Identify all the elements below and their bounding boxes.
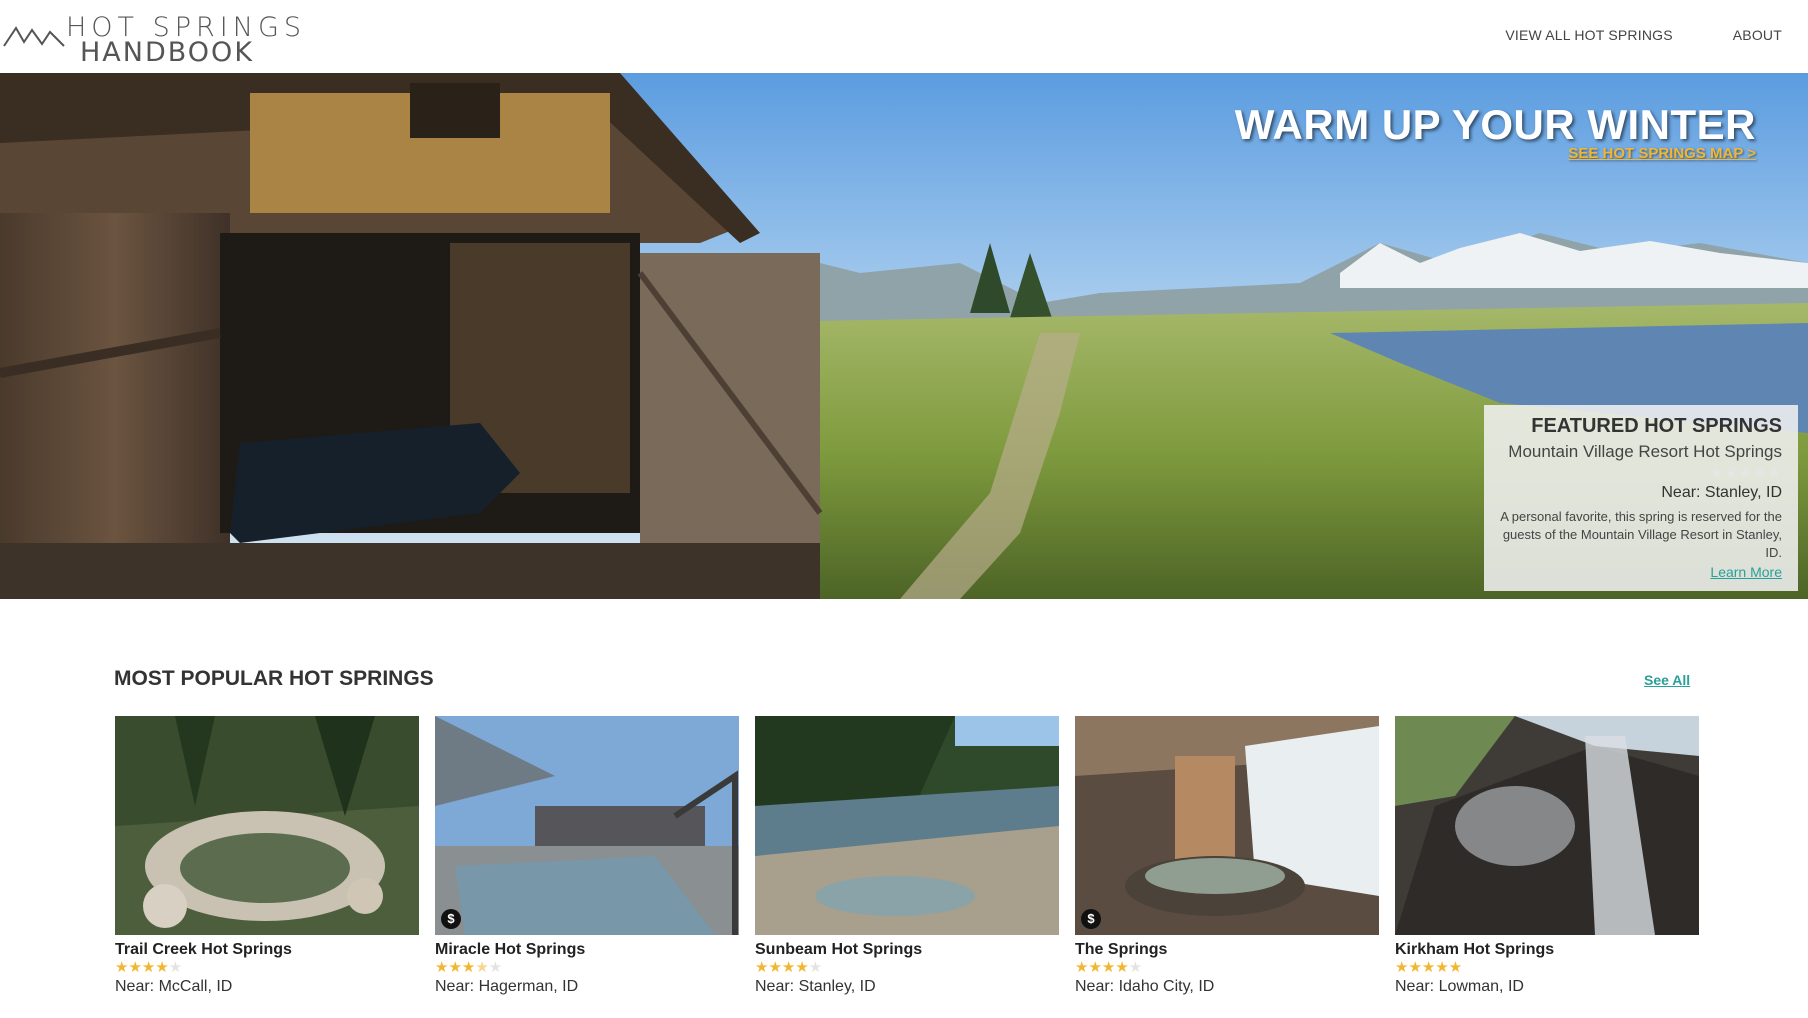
featured-title: FEATURED HOT SPRINGS [1531,415,1782,437]
logo-text-line2: HANDBOOK [80,37,255,68]
nav-view-all-hot-springs[interactable]: VIEW ALL HOT SPRINGS [1505,27,1672,43]
spring-card-image[interactable] [755,716,1059,935]
main-nav: VIEW ALL HOT SPRINGS ABOUT [1505,27,1782,43]
spring-card-near: Near: Stanley, ID [755,978,876,995]
spring-card-rating: ★★★★★ [755,959,823,976]
mountain-logo-icon [3,26,65,47]
spring-card-near: Near: Idaho City, ID [1075,978,1215,995]
featured-spring-name: Mountain Village Resort Hot Springs [1508,442,1782,461]
spring-card-name[interactable]: The Springs [1075,941,1379,959]
see-all-link[interactable]: See All [1644,672,1690,688]
spring-card-near: Near: McCall, ID [115,978,233,995]
nav-about[interactable]: ABOUT [1733,27,1782,43]
hero-banner: WARM UP YOUR WINTER SEE HOT SPRINGS MAP … [0,73,1808,599]
featured-description: A personal favorite, this spring is rese… [1500,509,1782,560]
spring-card-image[interactable] [1395,716,1699,935]
price-badge: $ [441,909,461,929]
spring-card[interactable]: Kirkham Hot Springs ★★★★★ Near: Lowman, … [1395,716,1699,996]
spring-card-name[interactable]: Miracle Hot Springs [435,941,739,959]
featured-rating-stars: ★★★★★ [1709,465,1782,482]
spring-card[interactable]: $ The Springs ★★★★★ Near: Idaho City, ID [1075,716,1379,996]
featured-hot-springs-panel: FEATURED HOT SPRINGS Mountain Village Re… [1484,405,1798,591]
site-header: HOT SPRINGS HANDBOOK VIEW ALL HOT SPRING… [0,0,1808,73]
hot-springs-map-link[interactable]: SEE HOT SPRINGS MAP > [1568,145,1756,162]
site-logo[interactable]: HOT SPRINGS HANDBOOK [0,6,301,68]
spring-card[interactable]: Trail Creek Hot Springs ★★★★★ Near: McCa… [115,716,419,996]
price-badge: $ [1081,909,1101,929]
spring-card-image[interactable] [115,716,419,935]
spring-card-image[interactable]: $ [435,716,739,935]
learn-more-link[interactable]: Learn More [1710,564,1782,580]
spring-card-rating: ★★★★★ [1395,959,1463,976]
spring-card-name[interactable]: Kirkham Hot Springs [1395,941,1699,959]
featured-near-location: Near: Stanley, ID [1661,484,1782,501]
spring-card-rating: ★★★★★ [115,959,183,976]
spring-card-name[interactable]: Sunbeam Hot Springs [755,941,1059,959]
spring-card-near: Near: Hagerman, ID [435,978,579,995]
spring-card-rating: ★★★★★ [435,959,503,976]
spring-card-name[interactable]: Trail Creek Hot Springs [115,941,419,959]
spring-card[interactable]: Sunbeam Hot Springs ★★★★★ Near: Stanley,… [755,716,1059,996]
spring-card[interactable]: $ Miracle Hot Springs ★★★★★ Near: Hagerm… [435,716,739,996]
hero-title: WARM UP YOUR WINTER [1234,101,1756,148]
section-title-most-popular: MOST POPULAR HOT SPRINGS [114,667,434,690]
spring-card-rating: ★★★★★ [1075,959,1143,976]
spring-card-near: Near: Lowman, ID [1395,978,1524,995]
spring-card-image[interactable]: $ [1075,716,1379,935]
